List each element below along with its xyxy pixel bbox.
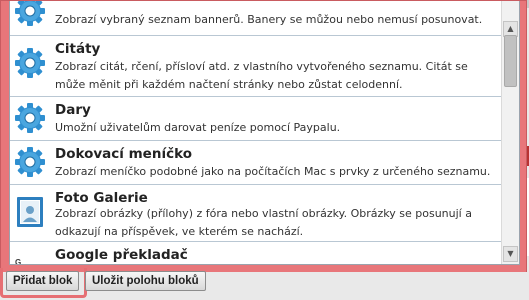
scrollbar-thumb[interactable] (504, 35, 517, 87)
gear-icon (14, 102, 46, 134)
block-picker-popup: Zobrazí vybraný seznam bannerů. Banery s… (0, 0, 527, 272)
block-item-dock-menu[interactable]: Dokovací meníčko Zobrazí meníčko podobné… (10, 141, 501, 185)
block-description: Zobrazí vybraný seznam bannerů. Banery s… (55, 13, 483, 26)
block-item-google-translate[interactable]: G Google překladač (10, 242, 501, 265)
block-item-quotes[interactable]: Citáty Zobrazí citát, rčení, přísloví at… (10, 35, 501, 97)
block-list-container: Zobrazí vybraný seznam bannerů. Banery s… (9, 1, 520, 265)
block-list: Zobrazí vybraný seznam bannerů. Banery s… (10, 1, 501, 264)
google-icon: G (14, 256, 46, 265)
svg-text:G: G (15, 258, 21, 265)
block-description: Zobrazí citát, rčení, přísloví atd. z vl… (55, 60, 468, 91)
save-positions-button[interactable]: Uložit polohu bloků (85, 271, 206, 291)
block-title: Dary (55, 102, 91, 118)
block-title: Foto Galerie (55, 190, 148, 206)
gear-icon (14, 47, 46, 79)
block-title: Google překladač (55, 247, 188, 263)
footer-actions: Přidat blok Uložit polohu bloků (0, 268, 529, 300)
photo-frame-icon (14, 196, 46, 228)
block-title: Citáty (55, 41, 101, 57)
scroll-down-button[interactable]: ▼ (503, 246, 518, 262)
block-item-banners[interactable]: Zobrazí vybraný seznam bannerů. Banery s… (10, 1, 501, 36)
add-block-button[interactable]: Přidat blok (6, 271, 80, 291)
block-title: Dokovací meníčko (55, 146, 192, 162)
vertical-scrollbar[interactable]: ▲ ▼ (501, 1, 519, 264)
gear-icon (14, 146, 46, 178)
block-item-photo-gallery[interactable]: Foto Galerie Zobrazí obrázky (přílohy) z… (10, 185, 501, 242)
block-item-donations[interactable]: Dary Umožní uživatelům darovat peníze po… (10, 97, 501, 141)
gear-icon (14, 1, 46, 27)
block-description: Umožní uživatelům darovat peníze pomocí … (55, 121, 341, 134)
block-description: Zobrazí obrázky (přílohy) z fóra nebo vl… (55, 207, 472, 238)
block-description: Zobrazí meníčko podobné jako na počítačí… (55, 165, 491, 178)
